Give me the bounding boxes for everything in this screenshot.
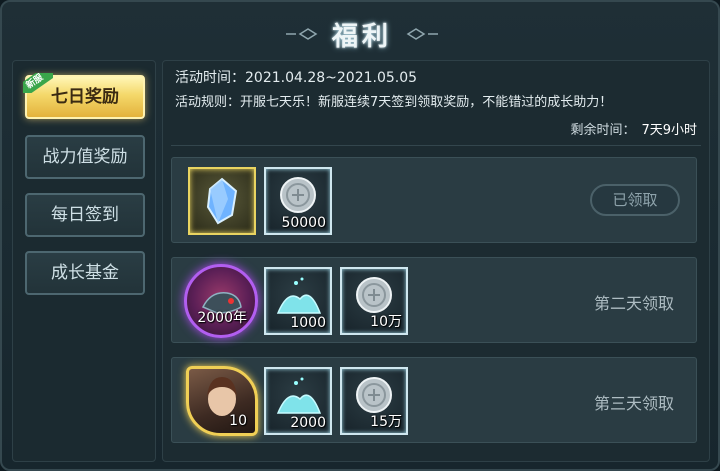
sidebar: 新服 七日奖励 战力值奖励 每日签到 成长基金 xyxy=(12,60,156,462)
tab-power-reward[interactable]: 战力值奖励 xyxy=(25,135,145,179)
reward-row-day3: 10 2000 15万 第三天领取 xyxy=(171,357,697,443)
divider xyxy=(171,145,701,146)
item-quantity: 1000 xyxy=(290,315,326,331)
event-time: 活动时间：2021.04.28~2021.05.05 xyxy=(175,70,418,86)
tab-label: 成长基金 xyxy=(51,263,119,283)
reward-item[interactable]: 1000 xyxy=(264,267,332,335)
reward-item[interactable]: 2000 xyxy=(264,367,332,435)
reward-row-day2: 2000年 1000 10万 第二天领取 xyxy=(171,257,697,343)
reward-item[interactable]: 10万 xyxy=(340,267,408,335)
tab-label: 七日奖励 xyxy=(51,87,119,107)
claimed-button[interactable]: 已领取 xyxy=(590,184,680,216)
item-quantity: 50000 xyxy=(281,215,326,231)
item-quantity: 2000年 xyxy=(197,310,247,326)
remaining-time: 剩余时间： 7天9小时 xyxy=(570,119,697,138)
reward-content: 活动时间：2021.04.28~2021.05.05 活动规则：开服七天乐！新服… xyxy=(162,60,710,462)
reward-item[interactable]: 10 xyxy=(186,366,258,436)
item-quantity: 15万 xyxy=(370,414,402,430)
page-title: 福利 xyxy=(331,22,392,52)
title-bar: 福利 xyxy=(2,10,720,54)
blue-crystal-icon xyxy=(206,177,238,225)
welfare-panel: 福利 新服 七日奖励 战力值奖励 每日签到 成长基金 活动时间：2021.04.… xyxy=(0,0,720,471)
item-quantity: 10 xyxy=(229,413,247,429)
item-quantity: 2000 xyxy=(290,415,326,431)
remaining-label: 剩余时间： xyxy=(570,123,636,138)
tab-label: 每日签到 xyxy=(51,205,119,225)
tab-daily-checkin[interactable]: 每日签到 xyxy=(25,193,145,237)
claim-day-label: 第三天领取 xyxy=(593,394,674,413)
reward-item[interactable]: 2000年 xyxy=(184,264,258,338)
remaining-value: 7天9小时 xyxy=(641,123,697,138)
event-rules: 活动规则：开服七天乐！新服连续7天签到领取奖励，不能错过的成长助力！ xyxy=(175,95,613,110)
item-quantity: 10万 xyxy=(370,314,402,330)
claim-day-label: 第二天领取 xyxy=(593,294,674,313)
tab-growth-fund[interactable]: 成长基金 xyxy=(25,251,145,295)
reward-item[interactable] xyxy=(188,167,256,235)
tab-label: 战力值奖励 xyxy=(42,147,128,167)
tab-seven-day-reward[interactable]: 新服 七日奖励 xyxy=(23,73,145,119)
reward-row-day1: 50000 已领取 xyxy=(171,157,697,243)
reward-item[interactable]: 15万 xyxy=(340,367,408,435)
reward-item[interactable]: 50000 xyxy=(264,167,332,235)
title-ornament-right-icon xyxy=(406,28,438,40)
new-server-badge: 新服 xyxy=(23,73,53,93)
